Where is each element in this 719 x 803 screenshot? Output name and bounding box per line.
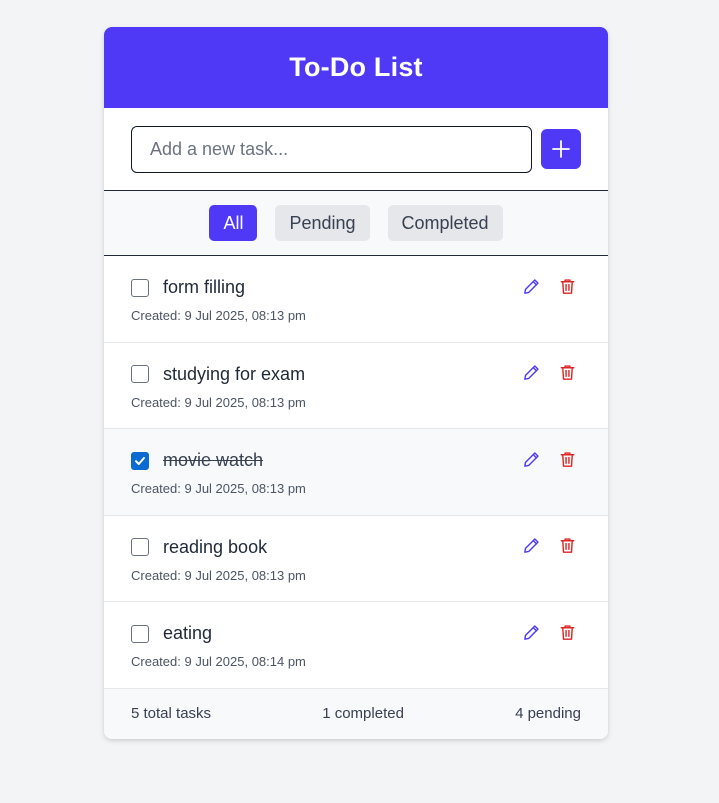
task-checkbox[interactable] [131,451,149,470]
pencil-icon [523,278,539,294]
edit-task-button[interactable] [521,276,541,296]
task-item: studying for exam Created: 9 Jul 2025, 08… [104,343,608,429]
task-checkbox[interactable] [131,365,149,383]
edit-task-button[interactable] [521,536,541,556]
task-title: reading book [163,536,268,557]
trash-icon [560,624,574,640]
header: To-Do List [104,27,608,108]
trash-icon [560,365,574,380]
task-created-date: Created: 9 Jul 2025, 08:13 pm [131,308,306,323]
filter-pending-button[interactable]: Pending [275,205,370,241]
task-checkbox[interactable] [131,538,149,556]
add-task-button[interactable] [541,129,581,169]
task-actions [521,536,577,556]
task-main: form filling [131,277,245,298]
trash-icon [560,538,574,553]
task-list: form filling Created: 9 Jul 2025, 08:13 p… [104,256,608,689]
trash-icon [560,278,574,294]
page-title: To-Do List [289,52,423,82]
pencil-icon [523,624,539,640]
completed-count: 1 completed [322,705,404,722]
todo-card: To-Do List All Pending Completed form fi… [104,27,608,739]
task-item: form filling Created: 9 Jul 2025, 08:13 p… [104,256,608,343]
task-checkbox[interactable] [131,278,149,297]
task-item: eating Created: 9 Jul 2025, 08:14 pm [104,602,608,689]
task-created-date: Created: 9 Jul 2025, 08:13 pm [131,481,306,496]
filter-all-button[interactable]: All [209,205,258,241]
task-item: reading book Created: 9 Jul 2025, 08:13 p… [104,516,608,602]
task-created-date: Created: 9 Jul 2025, 08:13 pm [131,567,306,583]
task-actions [521,363,577,383]
task-actions [521,276,577,296]
delete-task-button[interactable] [557,622,577,642]
filter-completed-button[interactable]: Completed [387,205,503,241]
task-title: form filling [163,277,246,297]
pencil-icon [523,451,539,467]
filter-bar: All Pending Completed [104,191,608,256]
task-actions [521,449,577,469]
edit-task-button[interactable] [521,449,541,469]
task-title: eating [163,623,213,643]
check-icon [135,456,145,465]
new-task-input[interactable] [131,125,532,173]
delete-task-button[interactable] [557,449,577,469]
add-task-row [104,108,608,191]
task-main: movie watch [131,450,263,471]
delete-task-button[interactable] [557,363,577,383]
total-count: 5 total tasks [131,705,212,722]
task-main: reading book [131,537,267,558]
task-item: movie watch Created: 9 Jul 2025, 08:13 pm [104,429,608,516]
pending-count: 4 pending [515,705,581,722]
edit-task-button[interactable] [521,622,541,642]
task-title: studying for exam [163,363,306,384]
pencil-icon [523,538,539,553]
delete-task-button[interactable] [557,536,577,556]
delete-task-button[interactable] [557,276,577,296]
task-checkbox[interactable] [131,624,149,643]
task-actions [521,622,577,642]
task-created-date: Created: 9 Jul 2025, 08:14 pm [131,654,306,669]
task-main: studying for exam [131,364,305,385]
task-main: eating [131,623,212,644]
task-title: movie watch [163,450,264,470]
edit-task-button[interactable] [521,363,541,383]
task-created-date: Created: 9 Jul 2025, 08:13 pm [131,394,306,410]
pencil-icon [523,365,539,380]
trash-icon [560,451,574,467]
plus-icon [552,140,570,158]
stats-footer: 5 total tasks 1 completed 4 pending [104,688,608,739]
